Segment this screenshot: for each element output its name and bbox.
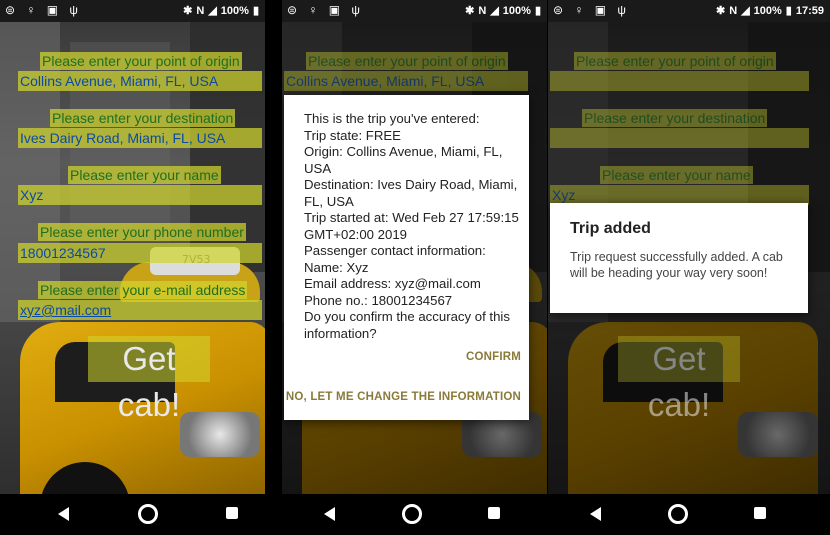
- recent-apps-icon[interactable]: [226, 507, 238, 519]
- status-bar: ⊜ ♀ ▣ ψ ✱ N ◢ 100% ▮: [282, 0, 547, 22]
- notification-icons: ⊜ ♀ ▣ ψ: [5, 3, 82, 17]
- wifi-icon: ◢: [208, 5, 217, 17]
- dialog-title: Trip added: [570, 220, 651, 237]
- bluetooth-icon: ✱: [716, 5, 726, 17]
- trip-details-text: This is the trip you've entered: Trip st…: [304, 111, 519, 342]
- destination-input: [550, 128, 809, 148]
- screen-trip-added: Please enter your point of origin Please…: [548, 0, 830, 535]
- phone-input[interactable]: 18001234567: [18, 243, 262, 263]
- battery-level: 100%: [753, 5, 782, 17]
- origin-input: [550, 71, 809, 91]
- origin-line: Origin: Collins Avenue, Miami, FL, USA: [304, 144, 503, 176]
- destination-label: Please enter your destination: [582, 109, 768, 127]
- battery-icon: ▮: [534, 5, 541, 17]
- status-bar: ⊜ ♀ ▣ ψ ✱ N ◢ 100% ▮: [0, 0, 265, 22]
- navigation-bar: [548, 494, 830, 535]
- battery-level: 100%: [220, 5, 249, 17]
- name-label: Please enter your name: [68, 166, 221, 184]
- back-icon[interactable]: [58, 507, 69, 521]
- confirm-trip-dialog: This is the trip you've entered: Trip st…: [284, 95, 529, 420]
- home-icon[interactable]: [668, 504, 688, 524]
- bluetooth-icon: ✱: [183, 5, 193, 17]
- bluetooth-icon: ✱: [465, 5, 475, 17]
- nfc-icon: N: [196, 5, 205, 17]
- email-line: Email address: xyz@mail.com: [304, 276, 481, 291]
- origin-input[interactable]: Collins Avenue, Miami, FL, USA: [18, 71, 262, 91]
- trip-added-dialog: Trip added Trip request successfully add…: [550, 203, 808, 313]
- recent-apps-icon[interactable]: [754, 507, 766, 519]
- origin-label: Please enter your point of origin: [40, 52, 242, 70]
- battery-icon: ▮: [252, 5, 259, 17]
- name-input[interactable]: Xyz: [18, 185, 262, 205]
- screen-confirm-trip: Please enter your point of origin Collin…: [282, 0, 547, 535]
- navigation-bar: [282, 494, 547, 535]
- name-label: Please enter your name: [600, 166, 753, 184]
- origin-label: Please enter your point of origin: [306, 52, 508, 70]
- recent-apps-icon[interactable]: [488, 507, 500, 519]
- dialog-line: This is the trip you've entered:: [304, 111, 480, 126]
- get-cab-button: Get cab!: [618, 336, 740, 423]
- notification-icons: ⊜ ♀ ▣ ψ: [553, 3, 630, 17]
- phone-line: Phone no.: 18001234567: [304, 292, 453, 308]
- dialog-message: Trip request successfully added. A cab w…: [570, 250, 783, 280]
- nfc-icon: N: [478, 5, 487, 17]
- confirm-button[interactable]: CONFIRM: [466, 351, 521, 363]
- name-line: Name: Xyz: [304, 259, 369, 275]
- destination-input[interactable]: Ives Dairy Road, Miami, FL, USA: [18, 128, 262, 148]
- destination-label: Please enter your destination: [50, 109, 236, 127]
- navigation-bar: [0, 494, 265, 535]
- battery-icon: ▮: [785, 5, 792, 17]
- status-bar: ⊜ ♀ ▣ ψ ✱ N ◢ 100% ▮ 17:59: [548, 0, 830, 22]
- nfc-icon: N: [729, 5, 738, 17]
- change-info-button[interactable]: NO, LET ME CHANGE THE INFORMATION: [286, 391, 521, 403]
- origin-input: Collins Avenue, Miami, FL, USA: [284, 71, 528, 91]
- battery-level: 100%: [502, 5, 531, 17]
- wifi-icon: ◢: [490, 5, 499, 17]
- clock: 17:59: [795, 5, 824, 17]
- screen-trip-form: 7V53 Please enter your point of origin C…: [0, 0, 265, 535]
- get-cab-button[interactable]: Get cab!: [88, 336, 210, 423]
- email-input[interactable]: xyz@mail.com: [18, 300, 262, 320]
- name-input: Xyz: [550, 185, 809, 205]
- phone-label: Please enter your phone number: [38, 223, 246, 241]
- home-icon[interactable]: [138, 504, 158, 524]
- origin-label: Please enter your point of origin: [574, 52, 776, 70]
- back-icon[interactable]: [324, 507, 335, 521]
- contact-heading: Passenger contact information:: [304, 243, 486, 258]
- confirm-question: Do you confirm the accuracy of this info…: [304, 309, 510, 341]
- home-icon[interactable]: [402, 504, 422, 524]
- notification-icons: ⊜ ♀ ▣ ψ: [287, 3, 364, 17]
- destination-line: Destination: Ives Dairy Road, Miami, FL,…: [304, 177, 518, 209]
- trip-state-line: Trip state: FREE: [304, 127, 401, 143]
- email-label: Please enter your e-mail address: [38, 281, 248, 299]
- wifi-icon: ◢: [741, 5, 750, 17]
- trip-start-line: Trip started at: Wed Feb 27 17:59:15 GMT…: [304, 210, 519, 242]
- back-icon[interactable]: [590, 507, 601, 521]
